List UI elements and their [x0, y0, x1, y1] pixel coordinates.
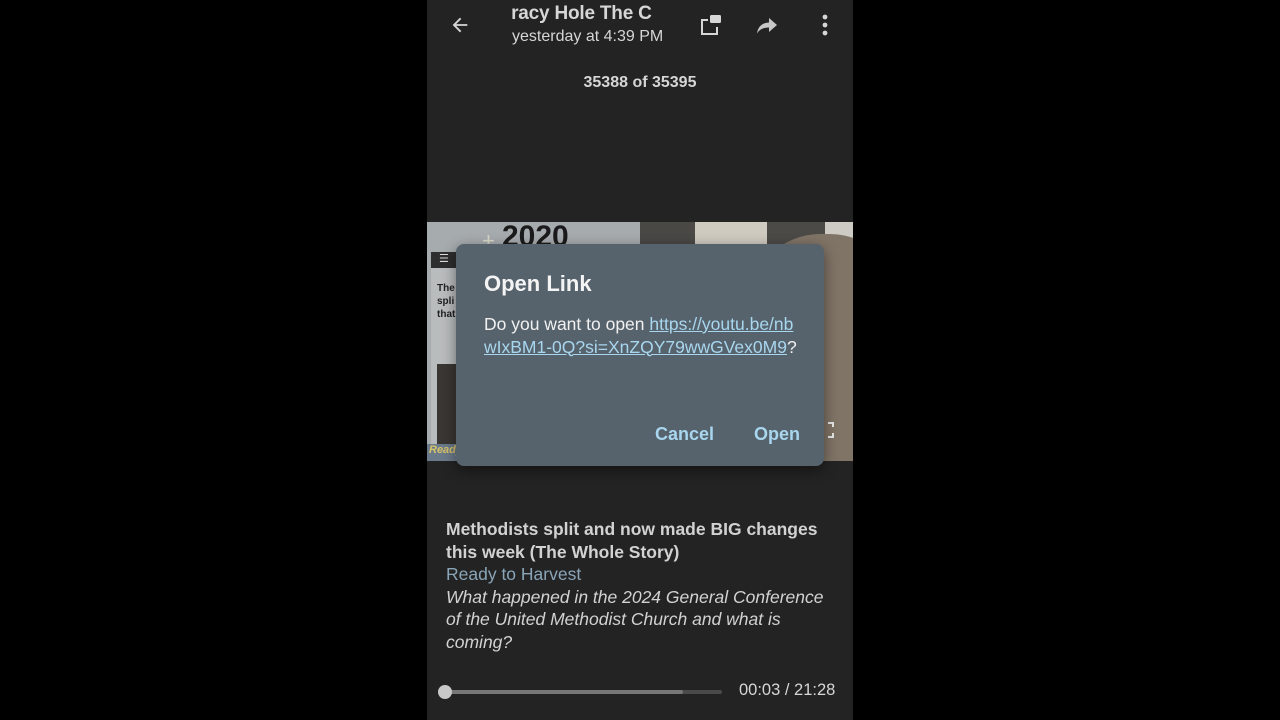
phone-screen: iracy Hole The C yesterday at 4:39 PM 35… — [427, 0, 853, 720]
dialog-message-suffix: ? — [786, 336, 797, 357]
cancel-button[interactable]: Cancel — [655, 424, 714, 445]
dialog-message: Do you want to open https://youtu.be/nbw… — [484, 313, 804, 358]
dialog-actions: Cancel Open — [655, 424, 800, 445]
dialog-title: Open Link — [484, 271, 592, 296]
open-button[interactable]: Open — [754, 424, 800, 445]
dialog-message-prefix: Do you want to open — [484, 314, 650, 334]
open-link-dialog: Open Link Do you want to open https://yo… — [456, 244, 824, 466]
